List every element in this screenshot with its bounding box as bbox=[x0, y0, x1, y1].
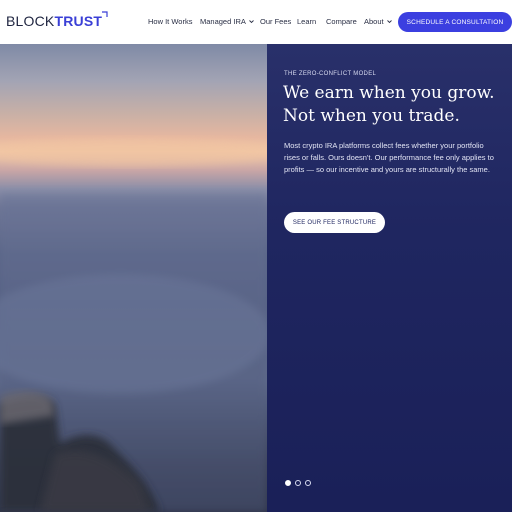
nav-our-fees[interactable]: Our Fees bbox=[260, 17, 291, 26]
logo-text-block: BLOCK bbox=[6, 13, 55, 29]
hero-eyebrow: THE ZERO-CONFLICT MODEL bbox=[284, 71, 377, 77]
hero-image bbox=[0, 44, 267, 512]
logo-text-trust: TRUST bbox=[54, 13, 103, 29]
nav-label: About bbox=[364, 17, 384, 26]
seascape-illustration bbox=[0, 138, 267, 512]
nav-how-it-works[interactable]: How It Works bbox=[148, 17, 192, 26]
hero-headline: We earn when you grow. Not when you trad… bbox=[283, 82, 508, 128]
logo[interactable]: BLOCK TRUST bbox=[6, 11, 108, 29]
slide-dot-3[interactable] bbox=[305, 480, 311, 486]
slide-dot-1[interactable] bbox=[285, 480, 291, 486]
nav-managed-ira[interactable]: Managed IRA bbox=[200, 17, 254, 26]
nav-label: How It Works bbox=[148, 17, 193, 26]
site-header: BLOCK TRUST How It Works Managed IRA Our … bbox=[0, 0, 512, 44]
see-fee-structure-button[interactable]: SEE OUR FEE STRUCTURE bbox=[284, 212, 385, 233]
nav-label: Learn bbox=[297, 17, 317, 26]
nav-label: Managed IRA bbox=[200, 17, 246, 26]
nav-about[interactable]: About bbox=[364, 17, 392, 26]
nav-label: Compare bbox=[326, 17, 357, 26]
slide-dot-2[interactable] bbox=[295, 480, 301, 486]
headline-line-2: Not when you trade. bbox=[283, 106, 460, 126]
nav-learn[interactable]: Learn bbox=[297, 17, 316, 26]
hero-panel: THE ZERO-CONFLICT MODEL We earn when you… bbox=[267, 44, 512, 512]
headline-line-1: We earn when you grow. bbox=[283, 83, 495, 103]
hero-body: Most crypto IRA platforms collect fees w… bbox=[284, 141, 494, 174]
corner-bracket-icon bbox=[102, 11, 108, 17]
schedule-consultation-button[interactable]: SCHEDULE A CONSULTATION bbox=[398, 12, 512, 32]
nav-compare[interactable]: Compare bbox=[326, 17, 357, 26]
slider-dots bbox=[285, 480, 311, 486]
nav-label: Our Fees bbox=[260, 17, 292, 26]
chevron-down-icon bbox=[386, 20, 392, 24]
chevron-down-icon bbox=[249, 20, 254, 24]
